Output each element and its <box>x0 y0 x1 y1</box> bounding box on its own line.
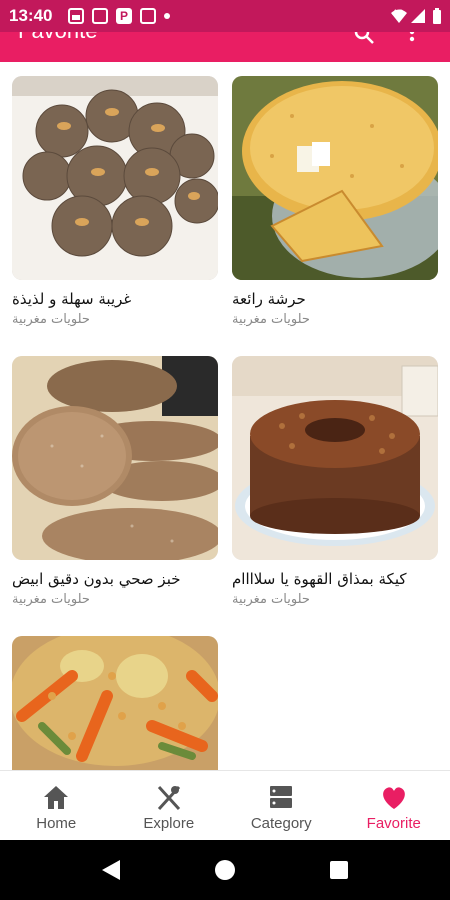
recipe-card[interactable]: غريبة سهلة و لذيذة حلويات مغربية <box>12 76 218 327</box>
status-time: 13:40 <box>9 6 53 25</box>
system-icons: 4G <box>390 8 442 24</box>
page-title: Favorite <box>18 32 97 44</box>
search-icon[interactable] <box>354 32 374 44</box>
favorites-grid: غريبة سهلة و لذيذة حلويات مغربية حرشة را… <box>0 62 450 770</box>
status-bar: 13:40 P 4G <box>0 0 450 32</box>
utensils-icon <box>157 785 180 811</box>
recipe-category: حلويات مغربية <box>232 592 310 607</box>
nav-category[interactable]: Category <box>225 771 338 840</box>
harcha-photo <box>232 76 438 280</box>
app-notification-icon <box>92 8 108 24</box>
cookies-photo <box>12 76 218 280</box>
nav-explore-label: Explore <box>143 815 195 832</box>
notification-icons: P <box>68 8 170 24</box>
recipe-card[interactable]: حرشة رائعة حلويات مغربية <box>232 76 438 327</box>
network-type-label: 4G <box>391 8 404 18</box>
coffee-cake-photo <box>232 356 438 560</box>
app-bar: Favorite <box>0 32 450 62</box>
parking-icon: P <box>116 8 132 24</box>
recipe-category: حلويات مغربية <box>12 312 90 327</box>
nav-favorite-label: Favorite <box>366 815 421 832</box>
home-button-icon[interactable] <box>215 860 235 880</box>
nav-home-label: Home <box>36 815 77 832</box>
couscous-photo <box>12 636 218 770</box>
nav-home[interactable]: Home <box>0 771 113 840</box>
battery-icon <box>433 8 441 24</box>
sim-icon <box>140 8 156 24</box>
recipe-card[interactable]: خبز صحي بدون دقيق ابيض حلويات مغربية <box>12 356 218 607</box>
recipe-category: حلويات مغربية <box>232 312 310 327</box>
more-notifications-icon <box>164 13 170 19</box>
recipe-title: حرشة رائعة <box>232 290 306 308</box>
back-icon[interactable] <box>100 858 122 882</box>
recipe-category: حلويات مغربية <box>12 592 90 607</box>
recipe-card[interactable] <box>12 636 218 770</box>
more-vert-icon[interactable] <box>408 32 416 42</box>
nav-favorite[interactable]: Favorite <box>338 771 450 840</box>
nav-category-label: Category <box>250 815 312 832</box>
bottom-navigation: Home Explore Category Favorite <box>0 770 450 840</box>
photo-icon <box>68 8 84 24</box>
recipe-title: غريبة سهلة و لذيذة <box>12 290 132 308</box>
recipe-title: كيكة بمذاق القهوة يا سلاااام <box>232 570 407 588</box>
bread-photo <box>12 356 218 560</box>
recipe-title: خبز صحي بدون دقيق ابيض <box>12 570 181 588</box>
recipe-card[interactable]: كيكة بمذاق القهوة يا سلاااام حلويات مغرب… <box>232 356 438 607</box>
nav-explore[interactable]: Explore <box>113 771 226 840</box>
category-icon <box>270 786 293 808</box>
system-navigation-bar <box>0 840 450 900</box>
home-icon <box>44 786 69 809</box>
signal-icon <box>411 9 425 23</box>
recent-apps-icon[interactable] <box>330 861 348 879</box>
heart-icon <box>382 787 405 809</box>
